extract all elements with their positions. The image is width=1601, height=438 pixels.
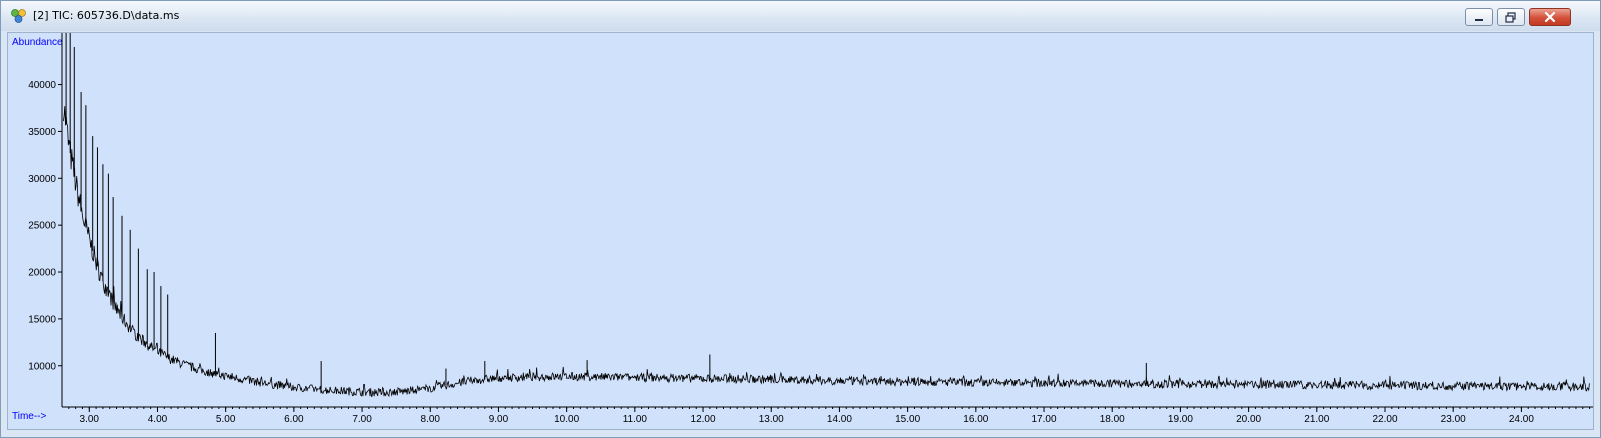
x-tick-label: 24.00 <box>1509 414 1534 425</box>
chromatogram-chart[interactable]: Abundance Time--> 10000 15000 20000 25000 30… <box>8 33 1593 429</box>
y-tick-label: 15000 <box>28 314 56 325</box>
x-tick-label: 22.00 <box>1372 414 1397 425</box>
chromatogram-app-icon[interactable] <box>10 8 28 24</box>
y-tick-label: 25000 <box>28 221 56 232</box>
y-tick-label: 30000 <box>28 174 56 185</box>
restore-button[interactable] <box>1497 8 1525 26</box>
x-tick-label: 5.00 <box>216 414 236 425</box>
y-tick-label: 40000 <box>28 80 56 91</box>
x-tick-label: 8.00 <box>421 414 441 425</box>
x-tick-label: 21.00 <box>1304 414 1329 425</box>
close-button[interactable] <box>1529 8 1571 26</box>
close-icon <box>1544 11 1556 23</box>
minimize-button[interactable] <box>1465 8 1493 26</box>
x-tick-label: 15.00 <box>895 414 920 425</box>
window-title: [2] TIC: 605736.D\data.ms <box>33 9 180 22</box>
restore-icon <box>1505 12 1516 23</box>
x-tick-label: 12.00 <box>691 414 716 425</box>
x-tick-label: 6.00 <box>284 414 304 425</box>
x-tick-label: 13.00 <box>759 414 784 425</box>
x-tick-label: 23.00 <box>1441 414 1466 425</box>
x-tick-label: 10.00 <box>554 414 579 425</box>
x-tick-label: 14.00 <box>827 414 852 425</box>
x-tick-label: 16.00 <box>963 414 988 425</box>
x-tick-label: 3.00 <box>80 414 100 425</box>
tic-trace <box>63 106 1590 398</box>
title-bar[interactable]: [2] TIC: 605736.D\data.ms <box>1 1 1600 31</box>
x-tick-label: 4.00 <box>148 414 168 425</box>
y-tick-label: 20000 <box>28 268 56 279</box>
x-tick-label: 19.00 <box>1168 414 1193 425</box>
y-tick-label: 35000 <box>28 127 56 138</box>
y-tick-label: 10000 <box>28 361 56 372</box>
x-tick-label: 20.00 <box>1236 414 1261 425</box>
x-tick-label: 11.00 <box>623 414 648 425</box>
x-tick-label: 18.00 <box>1100 414 1125 425</box>
x-tick-label: 17.00 <box>1032 414 1057 425</box>
x-tick-label: 9.00 <box>489 414 509 425</box>
x-tick-label: 7.00 <box>352 414 372 425</box>
minimize-icon <box>1475 19 1483 21</box>
chromatogram-window: [2] TIC: 605736.D\data.ms Abundance Time… <box>0 0 1601 438</box>
plot-area[interactable]: Abundance Time--> 10000 15000 20000 25000 30… <box>7 32 1594 430</box>
y-axis-label: Abundance <box>12 37 63 48</box>
x-axis-label: Time--> <box>12 411 47 422</box>
